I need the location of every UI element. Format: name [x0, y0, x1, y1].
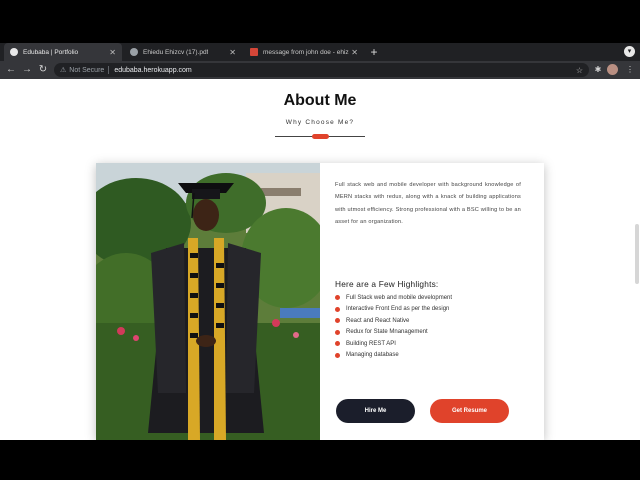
hire-me-button[interactable]: Hire Me [336, 399, 415, 423]
section-title: About Me [283, 92, 357, 109]
profile-avatar[interactable] [607, 64, 618, 75]
warning-icon[interactable]: ⚠ [60, 66, 66, 74]
highlights-title: Here are a Few Highlights: [335, 279, 439, 289]
highlight-text: Interactive Front End as per the design [346, 306, 450, 313]
tab-title: message from john doe - ehiz [263, 48, 349, 56]
reload-icon[interactable]: ↻ [36, 63, 50, 77]
bullet-icon [335, 352, 340, 358]
highlight-text: Managing database [346, 352, 399, 359]
extensions-puzzle-icon[interactable]: ✱ [592, 64, 604, 76]
new-tab-button[interactable]: + [367, 43, 381, 61]
bio-section: Full stack web and mobile developer with… [335, 179, 521, 228]
portfolio-favicon-icon [10, 48, 18, 56]
globe-icon [130, 48, 138, 56]
list-item: Redux for State Mnanagement [335, 327, 452, 339]
bullet-icon [335, 329, 340, 335]
bullet-icon [335, 341, 340, 347]
bio-text: Full stack web and mobile developer with… [335, 182, 521, 225]
title-divider-accent [312, 134, 329, 139]
browser-toolbar: ← → ↻ ⚠ Not Secure edubaba.herokuapp.com… [0, 61, 640, 79]
tab-title: Edubaba | Portfolio [23, 48, 79, 56]
list-item: Managing database [335, 350, 452, 362]
highlight-text: Redux for State Mnanagement [346, 329, 428, 336]
bullet-icon [335, 295, 340, 301]
close-tab-icon[interactable]: ✕ [109, 48, 116, 57]
bullet-icon [335, 306, 340, 312]
menu-dots-icon[interactable]: ⋮ [624, 64, 636, 76]
browser-tab-bar: Edubaba | Portfolio ✕ Ehiedu Ehizcv (17)… [0, 43, 640, 61]
list-item: React and React Native [335, 315, 452, 327]
list-item: Full Stack web and mobile development [335, 292, 452, 304]
highlight-text: React and React Native [346, 317, 410, 324]
tab-gmail[interactable]: message from john doe - ehiz ✕ [244, 43, 364, 61]
bullet-icon [335, 318, 340, 324]
gmail-icon [250, 48, 258, 56]
address-bar[interactable]: ⚠ Not Secure edubaba.herokuapp.com ☆ [54, 63, 589, 77]
list-item: Interactive Front End as per the design [335, 304, 452, 316]
page-viewport: About Me Why Choose Me? Full stack web a… [0, 79, 640, 440]
close-tab-icon[interactable]: ✕ [229, 48, 236, 57]
url-text[interactable]: edubaba.herokuapp.com [114, 67, 191, 74]
highlight-text: Building REST API [346, 340, 396, 347]
screen: Edubaba | Portfolio ✕ Ehiedu Ehizcv (17)… [0, 0, 640, 480]
forward-arrow-icon[interactable]: → [20, 63, 34, 77]
security-status[interactable]: Not Secure [69, 67, 104, 74]
tab-search-icon[interactable]: ▾ [624, 46, 635, 57]
back-arrow-icon[interactable]: ← [4, 63, 18, 77]
section-subtitle: Why Choose Me? [285, 119, 355, 126]
close-tab-icon[interactable]: ✕ [351, 48, 358, 57]
get-resume-button[interactable]: Get Resume [430, 399, 509, 423]
bookmark-star-icon[interactable]: ☆ [576, 66, 583, 75]
tab-portfolio[interactable]: Edubaba | Portfolio ✕ [4, 43, 122, 61]
about-card: Full stack web and mobile developer with… [96, 163, 544, 440]
highlight-text: Full Stack web and mobile development [346, 294, 453, 301]
profile-photo [96, 163, 320, 440]
highlights-list: Full Stack web and mobile development In… [335, 292, 452, 361]
page-scrollbar[interactable] [635, 224, 639, 284]
tab-pdf[interactable]: Ehiedu Ehizcv (17).pdf ✕ [124, 43, 242, 61]
tab-title: Ehiedu Ehizcv (17).pdf [143, 48, 209, 56]
divider [108, 66, 110, 74]
list-item: Building REST API [335, 338, 452, 350]
graduate-photo-illustration [96, 163, 320, 440]
